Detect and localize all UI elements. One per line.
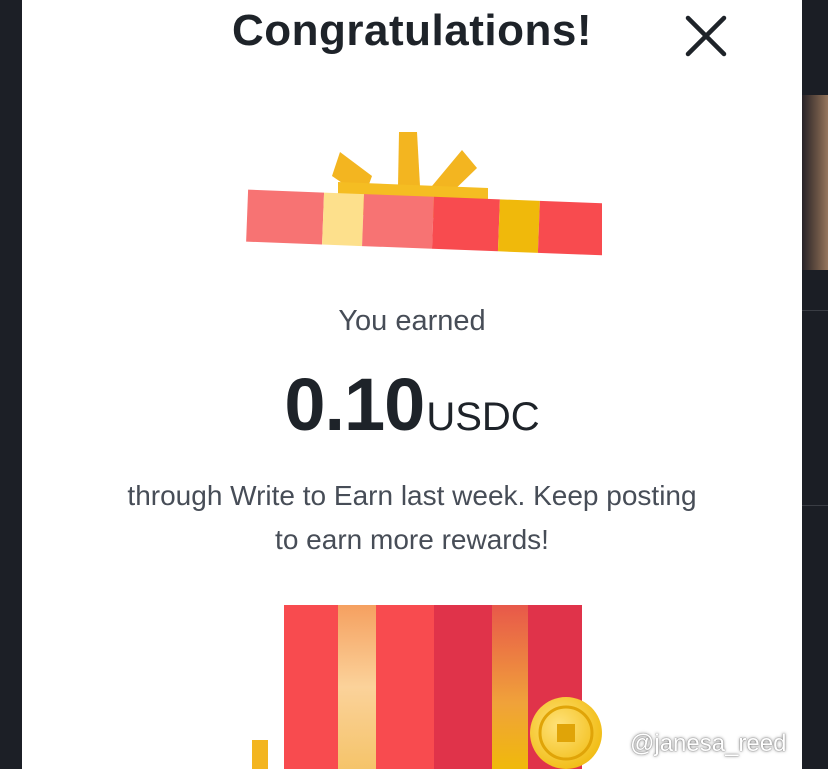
coin-icon: [530, 697, 602, 769]
background-divider: [802, 505, 828, 506]
background-right: [802, 0, 828, 769]
amount-currency: USDC: [426, 395, 540, 439]
watermark-handle: @janesa_reed: [630, 730, 787, 757]
gift-box-icon: [252, 605, 602, 769]
gift-lid-icon: [246, 132, 602, 256]
earned-label: You earned: [338, 305, 486, 337]
reward-message: through Write to Earn last week. Keep po…: [127, 480, 697, 555]
background-image-fragment: [802, 95, 828, 270]
amount-value: 0.10: [284, 363, 425, 446]
background-left: [0, 0, 22, 769]
close-button[interactable]: [682, 12, 730, 60]
watermark: @janesa_reed: [600, 730, 828, 760]
reward-modal: Congratulations! You earned 0.10USDC thr…: [22, 0, 802, 769]
close-icon: [685, 15, 727, 57]
reward-amount: 0.10USDC: [22, 362, 802, 447]
background-divider: [802, 310, 828, 311]
binance-logo-icon: [600, 732, 626, 758]
